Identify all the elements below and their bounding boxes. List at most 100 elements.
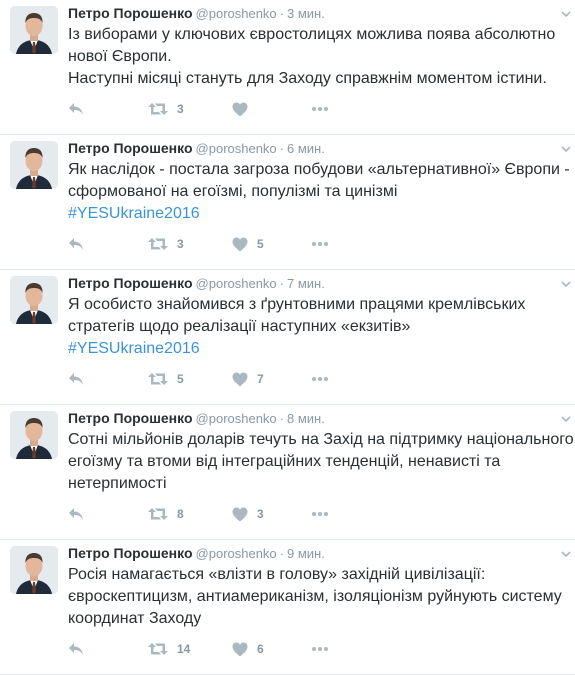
like-button[interactable] (232, 99, 257, 119)
retweet-button[interactable]: 8 (148, 504, 184, 524)
tweet-content: Петро Порошенко @poroshenko · 9 мин. Росія н… (68, 540, 575, 630)
more-icon (312, 647, 328, 651)
separator-dot: · (279, 276, 285, 291)
tweet-text-line: Я особисто знайомився з ґрунтовними прац… (68, 296, 526, 313)
more-button[interactable] (312, 99, 328, 119)
reply-button[interactable] (68, 99, 84, 119)
tweet-content: Петро Порошенко @poroshenko · 8 мин. Сотні м… (68, 405, 575, 495)
reply-icon (68, 102, 84, 116)
tweet-text-line: Наступні місяці стануть для Заходу справ… (68, 70, 547, 87)
tweet-text: Як наслідок - постала загроза побудови «… (68, 159, 574, 225)
retweet-button[interactable]: 5 (148, 369, 184, 389)
tweet-header: Петро Порошенко @poroshenko · 7 мин. (68, 274, 575, 292)
author-name[interactable]: Петро Порошенко (68, 275, 193, 291)
tweet-content: Петро Порошенко @poroshenko · 3 мин. Із вибо… (68, 0, 575, 90)
timestamp[interactable]: 9 мин. (287, 546, 325, 561)
tweet-text-line: Як наслідок - постала загроза побудови «… (68, 161, 570, 178)
retweet-count: 8 (177, 507, 184, 521)
more-button[interactable] (312, 369, 328, 389)
reply-button[interactable] (68, 504, 84, 524)
like-count: 3 (257, 507, 264, 521)
retweet-count: 3 (177, 237, 184, 251)
timestamp[interactable]: 8 мин. (287, 411, 325, 426)
author-name[interactable]: Петро Порошенко (68, 5, 193, 21)
separator-dot: · (279, 546, 285, 561)
tweet-text: Я особисто знайомився з ґрунтовними прац… (68, 294, 574, 360)
tweet-header: Петро Порошенко @poroshenko · 8 мин. (68, 409, 575, 427)
tweet-header: Петро Порошенко @poroshenko · 3 мин. (68, 4, 575, 22)
timestamp[interactable]: 3 мин. (287, 6, 325, 21)
retweet-icon (148, 237, 168, 251)
tweet-header: Петро Порошенко @poroshenko · 6 мин. (68, 139, 575, 157)
more-icon (312, 242, 328, 246)
author-name[interactable]: Петро Порошенко (68, 410, 193, 426)
heart-icon (232, 372, 248, 387)
like-count: 6 (257, 642, 264, 656)
timestamp[interactable]: 6 мин. (287, 141, 325, 156)
author-handle[interactable]: @poroshenko (196, 276, 277, 291)
tweet-header: Петро Порошенко @poroshenko · 9 мин. (68, 544, 575, 562)
separator-dot: · (279, 141, 285, 156)
like-button[interactable]: 5 (232, 234, 264, 254)
author-handle[interactable]: @poroshenko (196, 141, 277, 156)
author-handle[interactable]: @poroshenko (196, 411, 277, 426)
avatar[interactable] (10, 141, 58, 189)
tweet[interactable]: Петро Порошенко @poroshenko · 7 мин. Я особи… (0, 270, 575, 405)
like-button[interactable]: 6 (232, 639, 264, 659)
author-name[interactable]: Петро Порошенко (68, 545, 193, 561)
retweet-icon (148, 642, 168, 656)
more-icon (312, 107, 328, 111)
tweet-content: Петро Порошенко @poroshenko · 6 мин. Як насл… (68, 135, 575, 225)
tweet-text-line: стратегів щодо реалізації наступних «екз… (68, 318, 411, 335)
more-icon (312, 512, 328, 516)
author-name[interactable]: Петро Порошенко (68, 140, 193, 156)
tweet[interactable]: Петро Порошенко @poroshenko · 3 мин. Із вибо… (0, 0, 575, 135)
hashtag-link[interactable]: #YESUkraine2016 (68, 203, 574, 225)
author-handle[interactable]: @poroshenko (196, 546, 277, 561)
reply-button[interactable] (68, 369, 84, 389)
tweet-text-line: егоїзму та втоми від інтеграційних тенде… (68, 453, 501, 470)
retweet-button[interactable]: 3 (148, 234, 184, 254)
reply-icon (68, 507, 84, 521)
avatar[interactable] (10, 546, 58, 594)
author-handle[interactable]: @poroshenko (196, 6, 277, 21)
timeline: Петро Порошенко @poroshenko · 3 мин. Із вибо… (0, 0, 575, 675)
tweet-text-line: євроскептицизм, антиамериканізм, ізоляці… (68, 588, 562, 605)
heart-icon (232, 642, 248, 657)
like-count: 7 (257, 372, 264, 386)
tweet[interactable]: Петро Порошенко @poroshenko · 9 мин. Росія н… (0, 540, 575, 675)
separator-dot: · (279, 6, 285, 21)
retweet-count: 3 (177, 102, 184, 116)
more-button[interactable] (312, 639, 328, 659)
avatar[interactable] (10, 276, 58, 324)
like-button[interactable]: 3 (232, 504, 264, 524)
like-button[interactable]: 7 (232, 369, 264, 389)
tweet-text-line: нової Європи. (68, 48, 172, 65)
reply-button[interactable] (68, 639, 84, 659)
tweet-text: Сотні мільйонів доларів течуть на Захід … (68, 429, 574, 495)
retweet-button[interactable]: 14 (148, 639, 190, 659)
tweet[interactable]: Петро Порошенко @poroshenko · 6 мин. Як насл… (0, 135, 575, 270)
avatar[interactable] (10, 411, 58, 459)
retweet-button[interactable]: 3 (148, 99, 184, 119)
heart-icon (232, 507, 248, 522)
more-button[interactable] (312, 234, 328, 254)
tweet-content: Петро Порошенко @poroshenko · 7 мин. Я особи… (68, 270, 575, 360)
tweet-text: Із виборами у ключових євростолицях можл… (68, 24, 574, 90)
avatar[interactable] (10, 6, 58, 54)
tweet[interactable]: Петро Порошенко @poroshenko · 8 мин. Сотні м… (0, 405, 575, 540)
more-icon (312, 377, 328, 381)
reply-icon (68, 642, 84, 656)
reply-icon (68, 372, 84, 386)
hashtag-link[interactable]: #YESUkraine2016 (68, 338, 574, 360)
like-count: 5 (257, 237, 264, 251)
retweet-count: 14 (177, 642, 191, 656)
retweet-icon (148, 102, 168, 116)
separator-dot: · (279, 411, 285, 426)
timestamp[interactable]: 7 мин. (287, 276, 325, 291)
heart-icon (232, 237, 248, 252)
retweet-icon (148, 507, 168, 521)
retweet-icon (148, 372, 168, 386)
more-button[interactable] (312, 504, 328, 524)
reply-button[interactable] (68, 234, 84, 254)
